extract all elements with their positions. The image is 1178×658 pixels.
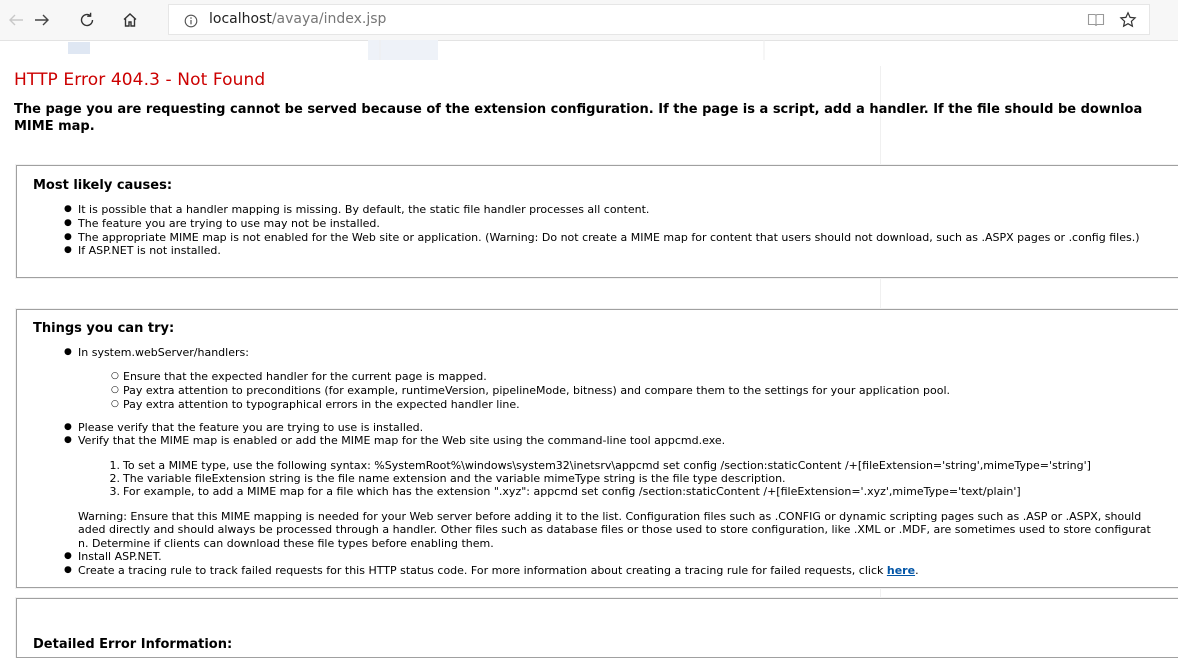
- error-description-line-1: The page you are requesting cannot be se…: [14, 102, 1143, 117]
- cause-item-1: ● The feature you are trying to use may n…: [64, 217, 380, 230]
- browser-toolbar: localhost/avaya/index.jsp: [0, 0, 1178, 41]
- try-item-tracing: ● Create a tracing rule to track failed r…: [64, 564, 919, 577]
- back-arrow-icon[interactable]: [2, 6, 30, 34]
- causes-panel: Most likely causes: ● It is possible that…: [16, 165, 1178, 278]
- detailed-panel: Detailed Error Information:: [16, 598, 1178, 658]
- handler-item-0: ○ Ensure that the expected handler for th…: [111, 370, 487, 383]
- mime-step-1: 2. The variable fileExtension string is t…: [109, 472, 786, 485]
- url-path: /avaya/index.jsp: [271, 11, 387, 27]
- try-item-install-aspnet: ● Install ASP.NET.: [64, 550, 162, 563]
- favorite-star-icon[interactable]: [1119, 11, 1137, 33]
- try-item-verify-mime: ● Verify that the MIME map is enabled or …: [64, 434, 726, 447]
- causes-heading: Most likely causes:: [33, 178, 173, 193]
- refresh-icon[interactable]: [73, 6, 101, 34]
- cause-item-2: ● The appropriate MIME map is not enabled…: [64, 231, 1140, 244]
- handler-item-1: ○ Pay extra attention to preconditions (f…: [111, 384, 951, 397]
- address-bar[interactable]: localhost/avaya/index.jsp: [168, 4, 1150, 35]
- url-host: localhost: [209, 11, 272, 27]
- try-panel: Things you can try: ● In system.webServer…: [16, 309, 1178, 588]
- mime-warning-line-3: n. Determine if clients can download the…: [78, 537, 494, 550]
- mime-step-2: 3. For example, to add a MIME map for a f…: [109, 485, 1021, 498]
- forward-arrow-icon[interactable]: [28, 6, 56, 34]
- error-title: HTTP Error 404.3 - Not Found: [14, 70, 266, 90]
- site-info-icon[interactable]: [184, 13, 198, 32]
- url-text[interactable]: localhost/avaya/index.jsp: [209, 11, 386, 27]
- try-item-verify-feature: ● Please verify that the feature you are …: [64, 421, 424, 434]
- home-icon[interactable]: [116, 6, 144, 34]
- mime-warning-line-1: Warning: Ensure that this MIME mapping i…: [78, 510, 1142, 523]
- error-page: HTTP Error 404.3 - Not Found The page yo…: [0, 60, 1178, 658]
- mime-step-0: 1. To set a MIME type, use the following …: [109, 459, 1091, 472]
- cause-item-3: ● If ASP.NET is not installed.: [64, 244, 221, 257]
- error-description-line-2: MIME map.: [14, 119, 95, 134]
- reading-view-icon[interactable]: [1087, 12, 1105, 32]
- error-description: The page you are requesting cannot be se…: [14, 101, 1178, 135]
- detailed-heading: Detailed Error Information:: [33, 637, 233, 652]
- tracing-help-link[interactable]: here: [887, 564, 915, 577]
- handler-item-2: ○ Pay extra attention to typographical er…: [111, 398, 520, 411]
- try-heading: Things you can try:: [33, 321, 175, 336]
- mime-warning-line-2: aded directly and should always be proce…: [78, 523, 1151, 536]
- ghost-overlay-strip: [0, 19, 1178, 121]
- try-item-handlers: ● In system.webServer/handlers:: [64, 346, 249, 359]
- cause-item-0: ● It is possible that a handler mapping i…: [64, 203, 650, 216]
